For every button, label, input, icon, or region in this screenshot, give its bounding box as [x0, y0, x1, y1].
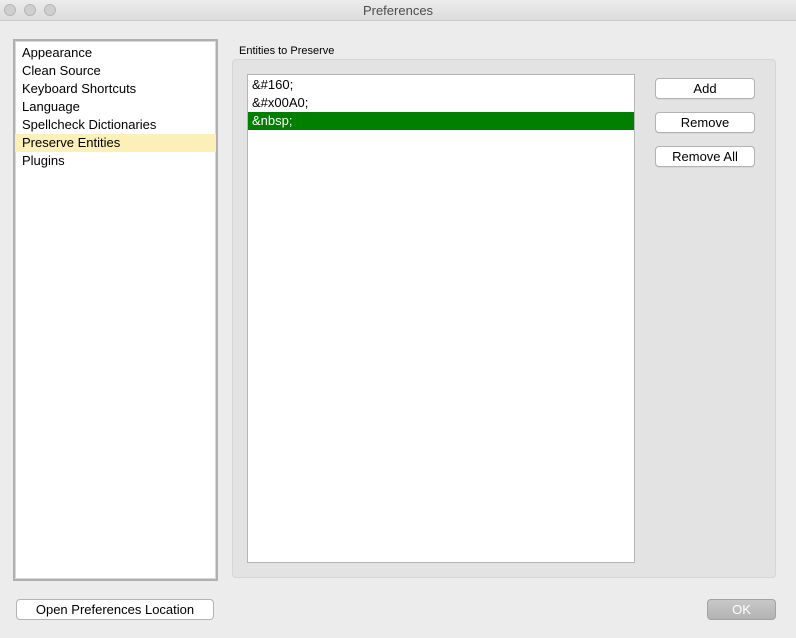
- title-bar: Preferences: [0, 0, 796, 21]
- preferences-sidebar: Appearance Clean Source Keyboard Shortcu…: [13, 39, 218, 581]
- sidebar-item-appearance[interactable]: Appearance: [15, 44, 216, 62]
- ok-button[interactable]: OK: [707, 599, 776, 620]
- sidebar-item-plugins[interactable]: Plugins: [15, 152, 216, 170]
- sidebar-item-keyboard-shortcuts[interactable]: Keyboard Shortcuts: [15, 80, 216, 98]
- entity-list[interactable]: &#160; &#x00A0; &nbsp;: [247, 74, 635, 563]
- window-title: Preferences: [362, 3, 434, 18]
- entity-row-selected[interactable]: &nbsp;: [248, 112, 634, 130]
- remove-all-button[interactable]: Remove All: [655, 146, 755, 167]
- open-preferences-location-button[interactable]: Open Preferences Location: [16, 599, 214, 620]
- sidebar-item-spellcheck-dictionaries[interactable]: Spellcheck Dictionaries: [15, 116, 216, 134]
- add-button[interactable]: Add: [655, 78, 755, 99]
- entity-row[interactable]: &#160;: [248, 76, 634, 94]
- sidebar-item-preserve-entities[interactable]: Preserve Entities: [15, 134, 216, 152]
- group-label-entities: Entities to Preserve: [239, 45, 335, 57]
- entity-row[interactable]: &#x00A0;: [248, 94, 634, 112]
- sidebar-item-clean-source[interactable]: Clean Source: [15, 62, 216, 80]
- remove-button[interactable]: Remove: [655, 112, 755, 133]
- sidebar-item-language[interactable]: Language: [15, 98, 216, 116]
